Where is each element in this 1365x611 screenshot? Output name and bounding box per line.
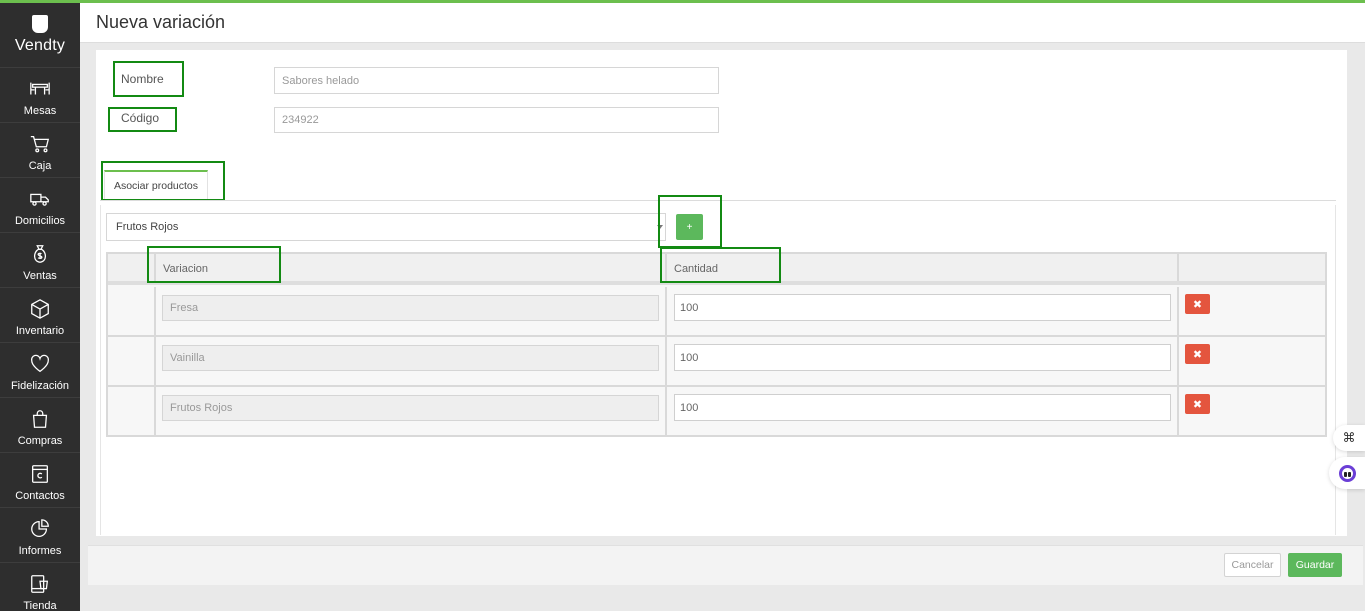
contacts-icon bbox=[32, 465, 48, 483]
cantidad-input[interactable]: 100 bbox=[674, 394, 1171, 421]
sidebar-item-label: Inventario bbox=[15, 325, 65, 337]
sidebar-item-label: Ventas bbox=[23, 270, 57, 282]
sidebar-item-label: Mesas bbox=[23, 105, 57, 117]
table-row: Vainilla 100 ✖ bbox=[108, 337, 1325, 387]
highlight-box-add bbox=[658, 195, 722, 248]
variacion-field: Fresa bbox=[162, 295, 659, 321]
money-bag-icon bbox=[33, 245, 47, 263]
chat-assistant-widget[interactable] bbox=[1329, 457, 1365, 489]
command-shortcut-widget[interactable]: ⌘ bbox=[1333, 425, 1365, 451]
form-footer bbox=[88, 545, 1363, 585]
sidebar-item-tienda[interactable]: Tienda bbox=[0, 563, 80, 611]
brand-name: Vendty bbox=[14, 37, 66, 54]
close-icon: ✖ bbox=[1192, 398, 1203, 411]
page-title: Nueva variación bbox=[96, 12, 226, 32]
highlight-box-cantidad bbox=[660, 247, 781, 283]
sidebar-item-mesas[interactable]: Mesas bbox=[0, 68, 80, 123]
codigo-label: Código bbox=[121, 111, 160, 125]
product-select-value: Frutos Rojos bbox=[116, 221, 179, 233]
delivery-truck-icon bbox=[30, 193, 49, 206]
brand-logo[interactable]: Vendty bbox=[0, 3, 80, 68]
sidebar-item-label: Fidelización bbox=[10, 380, 70, 392]
table-row: Fresa 100 ✖ bbox=[108, 287, 1325, 337]
sidebar-item-ventas[interactable]: Ventas bbox=[0, 233, 80, 288]
sidebar: Vendty Mesas Caja Domicilios Ventas Inve… bbox=[0, 3, 80, 611]
close-icon: ✖ bbox=[1192, 298, 1203, 311]
box-icon bbox=[31, 299, 49, 319]
nombre-label: Nombre bbox=[121, 72, 164, 86]
sidebar-item-label: Caja bbox=[28, 160, 52, 172]
cantidad-input[interactable]: 100 bbox=[674, 294, 1171, 321]
highlight-box-variacion bbox=[147, 246, 281, 283]
variacion-field: Vainilla bbox=[162, 345, 659, 371]
pie-chart-icon bbox=[31, 519, 49, 537]
product-select[interactable]: Frutos Rojos bbox=[106, 213, 666, 241]
bag-logo-icon bbox=[32, 15, 48, 33]
row-handle-cell bbox=[108, 387, 156, 437]
save-button[interactable]: Guardar bbox=[1288, 553, 1342, 577]
sidebar-item-informes[interactable]: Informes bbox=[0, 508, 80, 563]
command-key-icon: ⌘ bbox=[1342, 430, 1356, 445]
sidebar-item-fidelizacion[interactable]: Fidelización bbox=[0, 343, 80, 398]
nombre-input[interactable]: Sabores helado bbox=[274, 67, 719, 94]
codigo-input[interactable]: 234922 bbox=[274, 107, 719, 133]
sidebar-item-label: Contactos bbox=[15, 490, 65, 502]
sidebar-item-caja[interactable]: Caja bbox=[0, 123, 80, 178]
delete-row-button[interactable]: ✖ bbox=[1185, 294, 1210, 314]
tables-icon bbox=[30, 82, 50, 95]
variacion-field: Frutos Rojos bbox=[162, 395, 659, 421]
sidebar-item-domicilios[interactable]: Domicilios bbox=[0, 178, 80, 233]
row-handle-cell bbox=[108, 287, 156, 335]
page-header: Nueva variación bbox=[80, 3, 1365, 43]
sidebar-item-contactos[interactable]: Contactos bbox=[0, 453, 80, 508]
sidebar-item-label: Tienda bbox=[23, 600, 57, 611]
sidebar-item-label: Compras bbox=[17, 435, 63, 447]
delete-row-button[interactable]: ✖ bbox=[1185, 344, 1210, 364]
cancel-button[interactable]: Cancelar bbox=[1224, 553, 1281, 577]
sidebar-item-label: Domicilios bbox=[14, 215, 66, 227]
row-handle-cell bbox=[108, 337, 156, 385]
sidebar-item-compras[interactable]: Compras bbox=[0, 398, 80, 453]
store-icon bbox=[31, 575, 49, 593]
bot-face-icon bbox=[1338, 464, 1356, 482]
shopping-bag-icon bbox=[32, 410, 48, 428]
sidebar-item-inventario[interactable]: Inventario bbox=[0, 288, 80, 343]
delete-row-button[interactable]: ✖ bbox=[1185, 394, 1210, 414]
highlight-box-tab bbox=[101, 161, 225, 201]
heart-icon bbox=[30, 354, 50, 373]
table-row: Frutos Rojos 100 ✖ bbox=[108, 387, 1325, 437]
sidebar-item-label: Informes bbox=[18, 545, 62, 557]
cantidad-input[interactable]: 100 bbox=[674, 344, 1171, 371]
cart-icon bbox=[30, 136, 50, 153]
close-icon: ✖ bbox=[1192, 348, 1203, 361]
